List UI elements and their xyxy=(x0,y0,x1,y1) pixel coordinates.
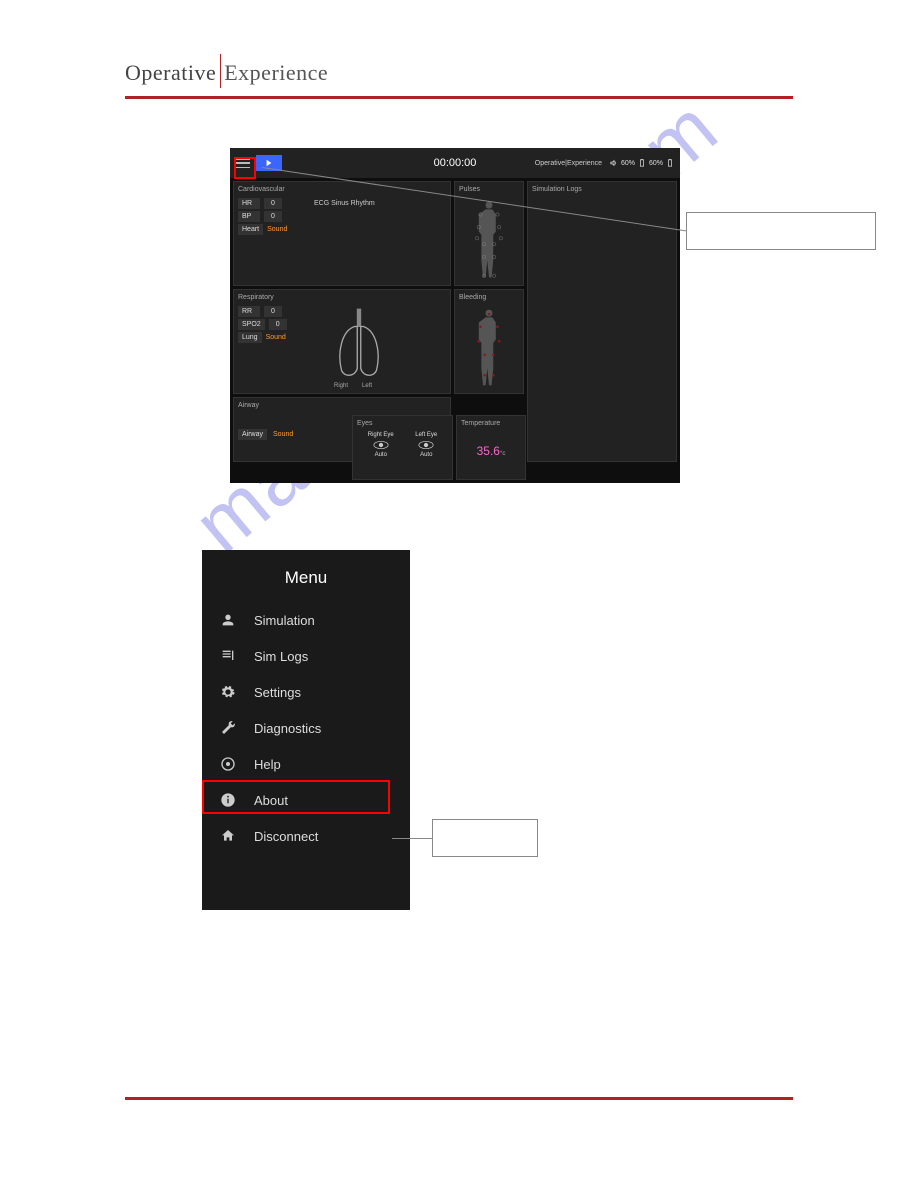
rr-label: RR xyxy=(238,306,260,317)
topbar-status: 60% 60% xyxy=(610,159,674,167)
screenshot-main: 00:00:00 Operative|Experience 60% 60% Ca… xyxy=(230,148,680,483)
brand: Operative Experience xyxy=(125,60,328,85)
lung-sound: Sound xyxy=(266,334,286,341)
callout-box-1 xyxy=(686,212,876,250)
screenshot-menu: Menu Simulation Sim Logs Settings Diagno… xyxy=(202,550,410,910)
battery2-pct: 60% xyxy=(649,160,663,167)
brand-part2: Experience xyxy=(224,60,328,85)
topbar-brand: Operative|Experience xyxy=(535,160,602,167)
timer: 00:00:00 xyxy=(434,157,477,169)
cardio-panel: Cardiovascular HR 0 BP 0 Heart Sound ECG Si… xyxy=(233,181,451,286)
battery1-icon xyxy=(638,159,646,167)
menu-settings-label: Settings xyxy=(254,685,301,700)
menu-help-label: Help xyxy=(254,757,281,772)
bleed-header: Bleeding xyxy=(459,294,519,304)
cardio-header: Cardiovascular xyxy=(238,186,446,196)
ecg-label: ECG Sinus Rhythm xyxy=(314,200,375,207)
resp-header: Respiratory xyxy=(238,294,446,304)
resp-panel: Respiratory RR 0 SPO2 0 Lung Sound Right Lef… xyxy=(233,289,451,394)
right-eye[interactable]: Right Eye Auto xyxy=(368,432,394,458)
lungs-right-label: Right xyxy=(334,383,348,389)
header-rule xyxy=(125,96,793,99)
topbar-brand2: Experience xyxy=(567,160,602,167)
menu-title: Menu xyxy=(202,550,410,602)
lung-label: Lung xyxy=(238,332,262,343)
temp-number: 35.6 xyxy=(477,444,500,458)
callout-box-2 xyxy=(432,819,538,857)
topbar: 00:00:00 Operative|Experience 60% 60% xyxy=(230,148,680,178)
temp-panel: Temperature 35.6°c xyxy=(456,415,526,480)
bleed-panel: Bleeding xyxy=(454,289,524,394)
menu-disconnect[interactable]: Disconnect xyxy=(202,818,410,854)
eyes-panel: Eyes Right Eye Auto Left Eye Auto xyxy=(352,415,453,480)
airway-sound: Sound xyxy=(273,431,293,438)
brand-separator xyxy=(217,60,223,85)
left-eye[interactable]: Left Eye Auto xyxy=(415,432,437,458)
menu-diagnostics-label: Diagnostics xyxy=(254,721,321,736)
menu-about[interactable]: About xyxy=(202,782,410,818)
menu-settings[interactable]: Settings xyxy=(202,674,410,710)
temp-value[interactable]: 35.6°c xyxy=(461,444,521,458)
heart-label: Heart xyxy=(238,224,263,235)
brand-part1: Operative xyxy=(125,60,216,85)
spo2-label: SPO2 xyxy=(238,319,265,330)
hr-value: 0 xyxy=(264,198,282,209)
right-eye-auto: Auto xyxy=(375,452,387,458)
temp-unit: °c xyxy=(500,451,505,457)
menu-diagnostics[interactable]: Diagnostics xyxy=(202,710,410,746)
menu-help[interactable]: Help xyxy=(202,746,410,782)
simlog-header: Simulation Logs xyxy=(532,186,672,196)
gear-icon xyxy=(220,684,236,700)
logs-icon xyxy=(220,648,236,664)
rr-value: 0 xyxy=(264,306,282,317)
airway-label[interactable]: Airway xyxy=(238,429,267,440)
lungs-icon xyxy=(324,304,394,386)
eye-icon xyxy=(372,440,390,450)
bp-label: BP xyxy=(238,211,260,222)
menu-disconnect-label: Disconnect xyxy=(254,829,318,844)
left-eye-auto: Auto xyxy=(420,452,432,458)
right-eye-label: Right Eye xyxy=(368,432,394,438)
eyes-header: Eyes xyxy=(357,420,448,430)
battery1-pct: 60% xyxy=(621,160,635,167)
pulses-header: Pulses xyxy=(459,186,519,196)
heart-sound: Sound xyxy=(267,226,287,233)
bleed-body-icon[interactable] xyxy=(472,304,506,394)
help-icon xyxy=(220,756,236,772)
battery2-icon xyxy=(666,159,674,167)
eye-icon xyxy=(417,440,435,450)
wrench-icon xyxy=(220,720,236,736)
pulses-body-icon[interactable] xyxy=(472,196,506,286)
temp-header: Temperature xyxy=(461,420,521,430)
left-eye-label: Left Eye xyxy=(415,432,437,438)
heart-row[interactable]: Heart Sound xyxy=(238,224,446,235)
bp-value: 0 xyxy=(264,211,282,222)
hr-label: HR xyxy=(238,198,260,209)
topbar-brand1: Operative xyxy=(535,160,565,167)
lungs-left-label: Left xyxy=(362,383,372,389)
person-icon xyxy=(220,612,236,628)
page-header: Operative Experience xyxy=(125,60,793,99)
footer-rule xyxy=(125,1097,793,1100)
menu-simlogs-label: Sim Logs xyxy=(254,649,308,664)
highlight-hamburger xyxy=(234,157,256,179)
menu-simlogs[interactable]: Sim Logs xyxy=(202,638,410,674)
airway-header: Airway xyxy=(238,402,446,412)
highlight-about xyxy=(202,780,390,814)
volume-icon xyxy=(610,159,618,167)
simlog-panel: Simulation Logs xyxy=(527,181,677,462)
home-icon xyxy=(220,828,236,844)
bp-row[interactable]: BP 0 xyxy=(238,211,446,222)
spo2-value: 0 xyxy=(269,319,287,330)
callout-line-2 xyxy=(392,838,432,839)
menu-simulation[interactable]: Simulation xyxy=(202,602,410,638)
menu-simulation-label: Simulation xyxy=(254,613,315,628)
